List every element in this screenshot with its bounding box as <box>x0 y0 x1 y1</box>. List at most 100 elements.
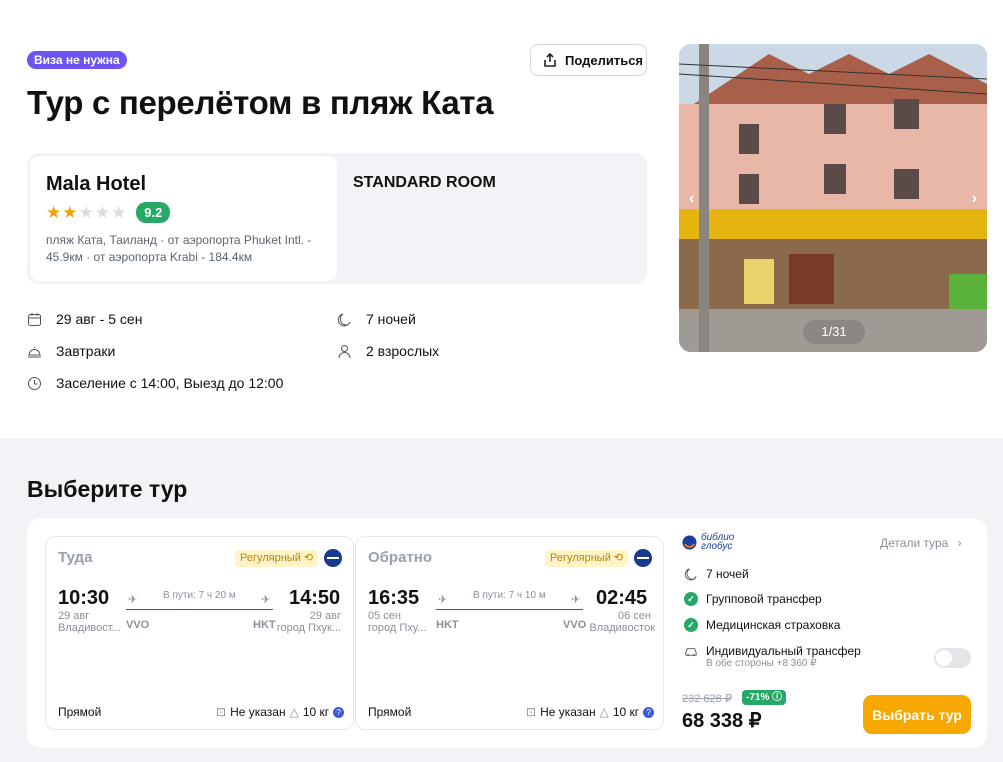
hotel-name[interactable]: Mala Hotel <box>46 173 321 196</box>
share-label: Поделиться <box>565 52 644 68</box>
individual-transfer-toggle[interactable] <box>934 648 971 668</box>
discount-badge: -71% ⓘ <box>742 690 787 705</box>
nights-info: 7 ночей <box>337 311 416 327</box>
guests-text: 2 взрослых <box>366 343 440 359</box>
history-icon: ⟲ <box>303 552 314 564</box>
tour-header-section: Виза не нужна Поделиться Тур с перелётом… <box>0 0 1003 438</box>
landing-icon: ✈ <box>261 594 271 606</box>
luggage-icon: ⊡ <box>216 705 227 719</box>
history-icon: ⟲ <box>613 552 624 564</box>
arrival-city: Владивосток <box>589 622 655 634</box>
check-icon: ✓ <box>684 592 698 606</box>
bag-icon: △ <box>599 705 609 719</box>
operator-name-line2: глобус <box>701 541 733 552</box>
car-icon <box>685 648 697 657</box>
airline-logo-icon <box>324 549 342 567</box>
guests-info: 2 взрослых <box>337 343 439 359</box>
star-icon: ★ <box>111 203 127 222</box>
takeoff-icon: ✈ <box>128 594 138 606</box>
calendar-icon <box>28 312 41 326</box>
departure-date: 05 сен <box>368 610 401 622</box>
hotel-photo <box>679 44 987 352</box>
route-line <box>126 609 273 610</box>
arrival-time: 14:50 <box>289 587 341 609</box>
departure-city: Владивост... <box>58 622 121 634</box>
dish-icon <box>28 346 41 357</box>
photo-next-button[interactable]: › <box>972 190 977 208</box>
flight-leg-return[interactable]: Обратно Регулярный ⟲ 16:35 05 сен город … <box>355 536 664 730</box>
operator-logo-icon <box>682 535 697 549</box>
baggage-text: 10 кг <box>302 705 330 719</box>
landing-icon: ✈ <box>571 594 581 606</box>
luggage-info: ⊡ Не указан △ 10 кг ? <box>526 705 655 719</box>
leg-title: Туда <box>58 549 93 566</box>
dates-info: 29 авг - 5 сен <box>27 311 142 327</box>
airline-logo-icon <box>634 549 652 567</box>
arrival-code: VVO <box>563 619 587 631</box>
arrival-date: 29 авг <box>309 610 341 622</box>
operator-logo: библио глобус <box>682 533 734 552</box>
discount-text: -71% <box>746 692 770 703</box>
checkin-info: Заселение с 14:00, Выезд до 12:00 <box>27 375 283 391</box>
clock-icon <box>28 376 41 390</box>
baggage-text: 10 кг <box>612 705 640 719</box>
feature-transfer: ✓ Групповой трансфер <box>684 592 822 606</box>
info-circle-icon: ⓘ <box>772 692 783 703</box>
departure-code: VVO <box>126 619 150 631</box>
feature-insurance: ✓ Медицинская страховка <box>684 618 840 632</box>
person-icon <box>338 344 351 358</box>
arrival-city: город Пхук... <box>276 622 341 634</box>
flight-duration: В пути: 7 ч 20 м <box>163 590 236 601</box>
meals-text: Завтраки <box>56 343 116 359</box>
arrival-time: 02:45 <box>596 587 648 609</box>
departure-code: HKT <box>436 619 459 631</box>
leg-title: Обратно <box>368 549 433 566</box>
star-icon: ★ <box>62 203 78 222</box>
hand-luggage-text: Не указан <box>540 705 596 719</box>
feature-transfer-text: Групповой трансфер <box>706 592 822 606</box>
luggage-icon: ⊡ <box>526 705 537 719</box>
feature-nights: 7 ночей <box>684 567 749 581</box>
tour-selection-section: Выберите тур Туда Регулярный ⟲ 10:30 29 … <box>0 438 1003 762</box>
checkin-text: Заселение с 14:00, Выезд до 12:00 <box>56 375 284 391</box>
tour-details-label: Детали тура <box>880 536 949 550</box>
moon-icon <box>337 313 351 326</box>
nights-text: 7 ночей <box>366 311 416 327</box>
tour-offer-card: Туда Регулярный ⟲ 10:30 29 авг Владивост… <box>27 518 987 748</box>
dates-text: 29 авг - 5 сен <box>56 311 143 327</box>
hotel-card: Mala Hotel ★ ★ ★ ★ ★ 9.2 пляж Ката, Таил… <box>27 153 647 284</box>
hand-luggage-text: Не указан <box>230 705 286 719</box>
tour-details-link[interactable]: Детали тура › <box>880 536 962 550</box>
feature-nights-text: 7 ночей <box>706 567 749 581</box>
individual-transfer-note: В обе стороны +8 360 ₽ <box>706 658 817 669</box>
route-line <box>436 609 583 610</box>
photo-counter: 1/31 <box>803 320 865 344</box>
choose-tour-button[interactable]: Выбрать тур <box>863 695 971 734</box>
old-price: 232 628 ₽ <box>682 693 732 705</box>
hotel-info: Mala Hotel ★ ★ ★ ★ ★ 9.2 пляж Ката, Таил… <box>30 156 337 281</box>
flight-type: Прямой <box>58 705 102 719</box>
share-button[interactable]: Поделиться <box>530 44 647 76</box>
individual-transfer-text: Индивидуальный трансфер <box>706 644 861 658</box>
flight-leg-outbound[interactable]: Туда Регулярный ⟲ 10:30 29 авг Владивост… <box>45 536 354 730</box>
rating-badge: 9.2 <box>136 202 171 223</box>
star-icon: ★ <box>46 203 62 222</box>
star-icon: ★ <box>78 203 94 222</box>
hotel-rating-row: ★ ★ ★ ★ ★ 9.2 <box>46 202 321 223</box>
visa-badge: Виза не нужна <box>27 51 127 69</box>
regular-badge: Регулярный ⟲ <box>235 550 319 567</box>
hotel-photo-gallery[interactable]: ‹ › 1/31 <box>679 44 987 352</box>
departure-time: 16:35 <box>368 587 420 609</box>
chevron-right-icon: › <box>957 536 962 550</box>
feature-insurance-text: Медицинская страховка <box>706 618 841 632</box>
regular-badge-label: Регулярный <box>240 552 301 564</box>
info-icon[interactable]: ? <box>643 707 655 718</box>
hotel-stars: ★ ★ ★ ★ ★ <box>46 204 126 221</box>
departure-city: город Пху... <box>368 622 427 634</box>
meals-info: Завтраки <box>27 343 115 359</box>
share-icon <box>544 52 556 67</box>
info-icon[interactable]: ? <box>333 707 345 718</box>
photo-prev-button[interactable]: ‹ <box>689 190 694 208</box>
hotel-location: пляж Ката, Таиланд · от аэропорта Phuket… <box>46 233 312 264</box>
arrival-date: 06 сен <box>618 610 651 622</box>
